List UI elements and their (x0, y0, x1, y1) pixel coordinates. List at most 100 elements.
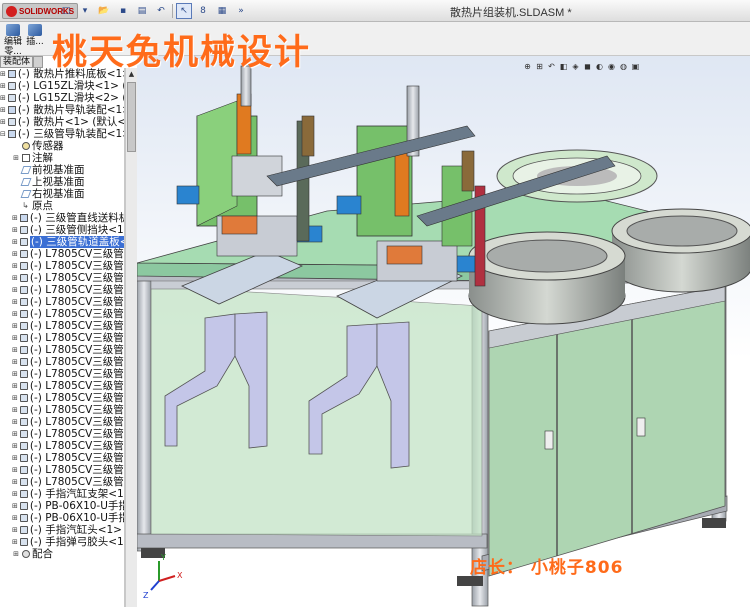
tree-node[interactable]: ⊞ (-) LG15ZL滑块<1> (默认 (0, 80, 124, 92)
expand-icon[interactable]: ⊞ (12, 536, 18, 548)
tree-node[interactable]: ⊞ (-) L7805CV三级管<11 (0, 368, 124, 380)
tree-node[interactable]: ⊞ (-) 手指弹弓胶头<1> ( (0, 536, 124, 548)
tree-node[interactable]: ⊞ (-) L7805CV三级管<20 (0, 476, 124, 488)
print-icon[interactable]: ▤ (134, 3, 150, 19)
part-icon (19, 442, 28, 450)
expand-icon[interactable]: ⊞ (12, 368, 18, 380)
tree-node[interactable]: ⊞ (-) L7805CV三级管<6> (0, 308, 124, 320)
tree-node[interactable]: ⊞ (-) L7805CV三级管<15 (0, 416, 124, 428)
tree-node[interactable]: ⊞ (-) L7805CV三级管<17 (0, 440, 124, 452)
tree-node-label: (-) L7805CV三级管<17 (29, 440, 124, 452)
insert-component-button[interactable]: 插... (24, 24, 46, 54)
more-icon[interactable]: » (233, 3, 249, 19)
tree-node[interactable]: ⊞ (-) PB-06X10-U手指汽 (0, 512, 124, 524)
tree-node[interactable]: ⊞ (-) L7805CV三级管<7> (0, 320, 124, 332)
tree-node-label: (-) 手指弹弓胶头<1> ( (29, 536, 125, 548)
expand-icon[interactable]: ⊞ (12, 524, 18, 536)
feature-tree[interactable]: ⊞(-) 散热片推料底板<1> (⊞(-) LG15ZL滑块<1> (默认⊞(-… (0, 68, 125, 607)
expand-icon[interactable]: ⊞ (12, 248, 18, 260)
property-manager-tab[interactable] (33, 56, 43, 68)
expand-icon[interactable]: ⊞ (12, 356, 18, 368)
tree-node[interactable]: ⊞ (-) L7805CV三级管<5> (0, 296, 124, 308)
collapse-icon[interactable]: ⊟ (0, 128, 6, 140)
new-document-icon[interactable]: □ (58, 3, 74, 19)
tree-node[interactable]: ⊞ (-) L7805CV三级管<8> (0, 332, 124, 344)
tree-node[interactable]: 右视基准面 (0, 188, 124, 200)
expand-icon[interactable]: ⊞ (12, 260, 18, 272)
select-icon[interactable]: ↖ (176, 3, 192, 19)
tree-node[interactable]: ↳ 原点 (0, 200, 124, 212)
expand-icon[interactable]: ⊞ (12, 440, 18, 452)
tree-node[interactable]: ⊞ (-) 手指汽缸支架<1> ( (0, 488, 124, 500)
dropdown-arrow-icon[interactable]: ▾ (77, 3, 93, 19)
tree-node[interactable]: ⊞ (-) L7805CV三级管<2> (0, 260, 124, 272)
tree-node[interactable]: 上视基准面 (0, 176, 124, 188)
expand-icon[interactable]: ⊞ (12, 152, 20, 164)
expand-icon[interactable]: ⊞ (12, 428, 18, 440)
expand-icon[interactable]: ⊞ (12, 308, 18, 320)
tree-node[interactable]: ⊞ (-) L7805CV三级管<16 (0, 428, 124, 440)
edit-component-button[interactable]: 编辑 零... (2, 24, 24, 57)
graphics-viewport[interactable]: ⊕ ⊞ ↶ ◧ ◈ ◼ ◐ ◉ ◍ ▣ X Y Z (137, 56, 750, 607)
expand-icon[interactable]: ⊞ (12, 272, 18, 284)
tree-node[interactable]: ⊞ (-) 散热片<1> (默认<<默 (0, 116, 124, 128)
tree-node[interactable]: ⊞ (-) L7805CV三级管<19 (0, 464, 124, 476)
open-icon[interactable]: 📂 (96, 3, 112, 19)
options-icon[interactable]: ▦ (214, 3, 230, 19)
expand-icon[interactable]: ⊞ (12, 500, 18, 512)
expand-icon[interactable]: ⊞ (12, 236, 18, 248)
expand-icon[interactable]: ⊞ (12, 404, 18, 416)
expand-icon[interactable]: ⊞ (12, 212, 18, 224)
expand-icon[interactable]: ⊞ (0, 104, 6, 116)
tree-node[interactable]: ⊞ (-) LG15ZL滑块<2> (默认 (0, 92, 124, 104)
tree-node[interactable]: ⊞ (-) L7805CV三级管<9> (0, 344, 124, 356)
expand-icon[interactable]: ⊞ (12, 224, 18, 236)
tree-node[interactable]: 前视基准面 (0, 164, 124, 176)
expand-icon[interactable]: ⊞ (12, 476, 18, 488)
tree-node[interactable]: ⊞ (-) L7805CV三级管<12 (0, 380, 124, 392)
rebuild-icon[interactable]: 8 (195, 3, 211, 19)
tree-node[interactable]: 传感器 (0, 140, 124, 152)
tree-node[interactable]: ⊟ (-) 三级管导轨装配<1> ( (0, 128, 124, 140)
expand-icon[interactable]: ⊞ (12, 284, 18, 296)
tree-node[interactable]: ⊞ (-) 三级管轨道盖板<1> (0, 236, 124, 248)
scroll-thumb[interactable] (127, 82, 136, 152)
tree-node[interactable]: ⊞ (-) 三级管直线送料机构 (0, 212, 124, 224)
tree-node-label: (-) L7805CV三级管<13 (29, 392, 124, 404)
tree-node-label: (-) L7805CV三级管<1> (29, 248, 124, 260)
expand-icon[interactable]: ⊞ (12, 452, 18, 464)
tree-node[interactable]: ⊞ (-) L7805CV三级管<4> (0, 284, 124, 296)
tree-node[interactable]: ⊞ 注解 (0, 152, 124, 164)
tree-node[interactable]: ⊞ (-) 手指汽缸头<1> (默认 (0, 524, 124, 536)
expand-icon[interactable]: ⊞ (12, 512, 18, 524)
expand-icon[interactable]: ⊞ (12, 380, 18, 392)
expand-icon[interactable]: ⊞ (0, 116, 6, 128)
tree-node[interactable]: ⊞ (-) L7805CV三级管<3> (0, 272, 124, 284)
tree-node[interactable]: ⊞ (-) L7805CV三级管<14 (0, 404, 124, 416)
expand-icon[interactable]: ⊞ (12, 464, 18, 476)
expand-icon[interactable]: ⊞ (12, 344, 18, 356)
expand-icon[interactable]: ⊞ (12, 332, 18, 344)
tree-node[interactable]: ⊞ (-) L7805CV三级管<18 (0, 452, 124, 464)
tree-scrollbar[interactable]: ▲ (125, 68, 137, 607)
expand-icon[interactable]: ⊞ (12, 392, 18, 404)
tree-node[interactable]: ⊞ (-) L7805CV三级管<13 (0, 392, 124, 404)
expand-icon[interactable]: ⊞ (0, 92, 6, 104)
expand-icon[interactable]: ⊞ (12, 416, 18, 428)
tree-node[interactable]: ⊞ (-) PB-06X10-U手指汽 (0, 500, 124, 512)
feature-manager-tab[interactable]: 装配体 (0, 56, 34, 68)
expand-icon[interactable]: ⊞ (12, 320, 18, 332)
tree-node-label: 注解 (32, 152, 53, 164)
expand-icon[interactable]: ⊞ (12, 296, 18, 308)
save-icon[interactable]: ▪ (115, 3, 131, 19)
tree-node[interactable]: ⊞ (-) 散热片导轨装配<1> ( (0, 104, 124, 116)
expand-icon[interactable]: ⊞ (0, 80, 6, 92)
tree-node[interactable]: ⊞ (-) L7805CV三级管<10 (0, 356, 124, 368)
expand-icon[interactable]: ⊞ (12, 488, 18, 500)
tree-node[interactable]: ⊞ 配合 (0, 548, 124, 560)
tree-node[interactable]: ⊞ (-) 三级管侧挡块<1> ( (0, 224, 124, 236)
tree-node[interactable]: ⊞ (-) L7805CV三级管<1> (0, 248, 124, 260)
expand-icon[interactable]: ⊞ (0, 68, 6, 80)
expand-icon[interactable]: ⊞ (12, 548, 20, 560)
undo-icon[interactable]: ↶ (153, 3, 169, 19)
